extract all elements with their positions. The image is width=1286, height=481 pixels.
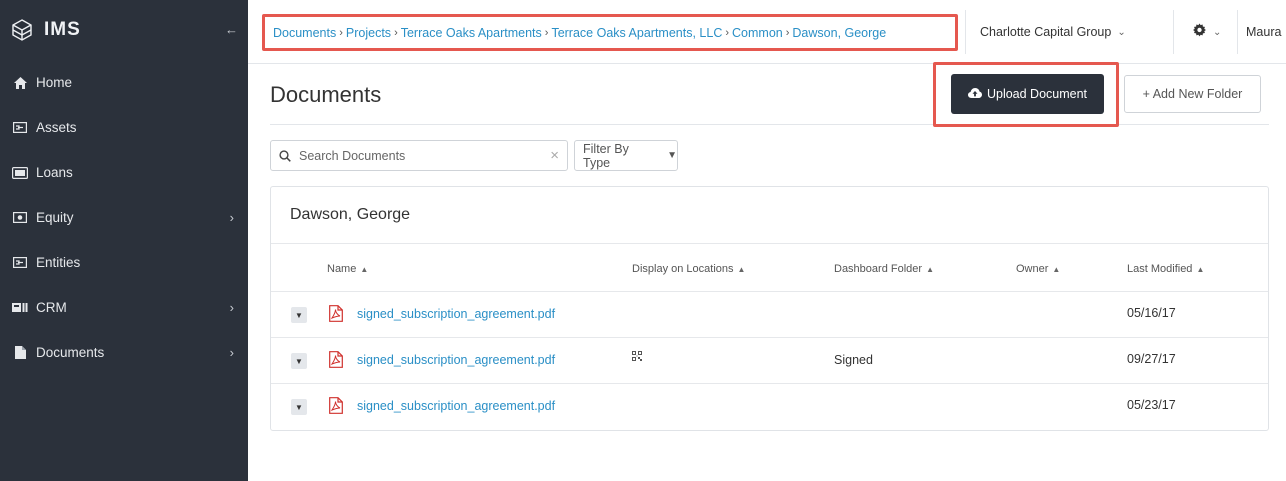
breadcrumb-link[interactable]: Dawson, George bbox=[792, 26, 886, 40]
row-actions-dropdown[interactable]: ▼ bbox=[291, 307, 307, 323]
dashboard-folder-cell: Signed bbox=[834, 353, 873, 367]
breadcrumb-separator: › bbox=[394, 26, 398, 39]
pdf-file-icon bbox=[329, 397, 343, 419]
page-title: Documents bbox=[270, 82, 382, 107]
sort-up-icon: ▲ bbox=[737, 265, 746, 274]
sort-up-icon: ▲ bbox=[360, 265, 369, 274]
file-name-link[interactable]: signed_subscription_agreement.pdf bbox=[357, 307, 555, 321]
company-dropdown[interactable]: Charlotte Capital Group ⌄ bbox=[965, 10, 1173, 54]
assets-icon bbox=[12, 121, 28, 135]
search-icon bbox=[279, 149, 291, 162]
breadcrumb-separator: › bbox=[785, 26, 790, 39]
sidebar-item-label: CRM bbox=[36, 300, 67, 315]
breadcrumb-link[interactable]: Terrace Oaks Apartments bbox=[401, 26, 542, 40]
sidebar-item-label: Documents bbox=[36, 345, 105, 360]
last-modified-cell: 09/27/17 bbox=[1127, 352, 1176, 366]
loans-icon bbox=[12, 166, 28, 180]
entities-icon bbox=[12, 256, 28, 270]
upload-document-button[interactable]: Upload Document bbox=[951, 74, 1104, 114]
pdf-file-icon bbox=[329, 305, 343, 327]
sidebar-item-label: Assets bbox=[36, 120, 77, 135]
sidebar-item-label: Home bbox=[36, 75, 73, 90]
file-name-link[interactable]: signed_subscription_agreement.pdf bbox=[357, 353, 555, 367]
add-new-folder-button[interactable]: + Add New Folder bbox=[1124, 75, 1261, 113]
sidebar-nav: Home Assets Loans Equity › Entities CRM … bbox=[0, 60, 248, 375]
sort-up-icon: ▲ bbox=[1052, 265, 1061, 274]
row-actions-dropdown[interactable]: ▼ bbox=[291, 399, 307, 415]
column-header-owner[interactable]: Owner ▲ bbox=[1016, 263, 1060, 275]
sidebar-item-entities[interactable]: Entities bbox=[0, 240, 248, 285]
caret-down-icon: ▼ bbox=[667, 150, 677, 161]
breadcrumb-link[interactable]: Common bbox=[732, 26, 783, 40]
chevron-down-icon: ⌄ bbox=[1117, 26, 1126, 38]
home-icon bbox=[12, 76, 28, 90]
sidebar-item-home[interactable]: Home bbox=[0, 60, 248, 105]
topbar: Documents › Projects › Terrace Oaks Apar… bbox=[248, 0, 1286, 64]
breadcrumb-separator: › bbox=[725, 26, 730, 39]
sidebar-item-documents[interactable]: Documents › bbox=[0, 330, 248, 375]
caret-down-icon: ▼ bbox=[295, 356, 303, 366]
arrow-left-icon[interactable]: ← bbox=[225, 22, 238, 37]
sort-up-icon: ▲ bbox=[1196, 265, 1205, 274]
document-icon bbox=[12, 346, 28, 360]
caret-down-icon: ▼ bbox=[295, 310, 303, 320]
sidebar-item-label: Loans bbox=[36, 165, 73, 180]
sidebar-item-assets[interactable]: Assets bbox=[0, 105, 248, 150]
user-menu[interactable]: Maura ⌄ bbox=[1237, 10, 1286, 54]
breadcrumb-separator: › bbox=[544, 26, 549, 39]
brand[interactable]: IMS bbox=[10, 10, 81, 50]
file-name-link[interactable]: signed_subscription_agreement.pdf bbox=[357, 399, 555, 413]
folder-panel: Dawson, George Name ▲ Display on Location… bbox=[270, 186, 1269, 431]
caret-down-icon: ▼ bbox=[295, 402, 303, 412]
sidebar-item-label: Equity bbox=[36, 210, 74, 225]
brand-name: IMS bbox=[44, 19, 81, 40]
sidebar-item-crm[interactable]: CRM › bbox=[0, 285, 248, 330]
last-modified-cell: 05/23/17 bbox=[1127, 398, 1176, 412]
sidebar-item-loans[interactable]: Loans bbox=[0, 150, 248, 195]
pdf-file-icon bbox=[329, 351, 343, 373]
table-row: ▼ signed_subscription_agreement.pdf Sign… bbox=[271, 338, 1268, 384]
upload-document-label: Upload Document bbox=[986, 87, 1088, 101]
breadcrumb-link[interactable]: Terrace Oaks Apartments, LLC bbox=[551, 26, 722, 40]
breadcrumb-separator: › bbox=[339, 26, 343, 39]
breadcrumb-link[interactable]: Projects bbox=[346, 26, 391, 40]
breadcrumb-link[interactable]: Documents bbox=[273, 26, 336, 40]
sort-up-icon: ▲ bbox=[926, 265, 934, 274]
search-field: × bbox=[270, 140, 568, 171]
column-header-dashboard-folder[interactable]: Dashboard Folder ▲ bbox=[834, 263, 934, 275]
last-modified-cell: 05/16/17 bbox=[1127, 306, 1176, 320]
sidebar-item-equity[interactable]: Equity › bbox=[0, 195, 248, 240]
chevron-right-icon: › bbox=[229, 345, 234, 360]
folder-title: Dawson, George bbox=[290, 206, 411, 223]
table-row: ▼ signed_subscription_agreement.pdf 05/2… bbox=[271, 384, 1268, 430]
settings-dropdown[interactable]: ⌄ bbox=[1173, 10, 1237, 54]
sidebar: IMS ← Home Assets Loans Equity › Entitie… bbox=[0, 0, 248, 481]
breadcrumb: Documents › Projects › Terrace Oaks Apar… bbox=[262, 14, 958, 51]
table-row: ▼ signed_subscription_agreement.pdf 05/1… bbox=[271, 292, 1268, 338]
crm-icon bbox=[12, 301, 28, 315]
user-name: Maura bbox=[1246, 25, 1282, 39]
filter-by-type-dropdown[interactable]: Filter By Type ▼ bbox=[574, 140, 678, 171]
qr-code-icon bbox=[632, 348, 642, 366]
sidebar-item-label: Entities bbox=[36, 255, 81, 270]
cloud-upload-icon bbox=[967, 87, 982, 101]
search-input[interactable] bbox=[299, 148, 539, 163]
clear-icon[interactable]: × bbox=[550, 147, 559, 164]
chevron-down-icon: ⌄ bbox=[1213, 26, 1222, 38]
column-header-last-modified[interactable]: Last Modified ▲ bbox=[1127, 263, 1204, 275]
filter-label: Filter By Type bbox=[583, 141, 629, 170]
chevron-right-icon: › bbox=[229, 300, 234, 315]
divider bbox=[271, 243, 1268, 244]
company-name: Charlotte Capital Group bbox=[980, 25, 1112, 39]
row-actions-dropdown[interactable]: ▼ bbox=[291, 353, 307, 369]
chevron-right-icon: › bbox=[229, 210, 234, 225]
gear-icon bbox=[1192, 23, 1207, 41]
column-header-name[interactable]: Name ▲ bbox=[327, 263, 368, 275]
equity-icon bbox=[12, 211, 28, 225]
divider bbox=[270, 124, 1269, 125]
ims-logo-icon bbox=[12, 19, 32, 41]
column-header-display-on-locations[interactable]: Display on Locations ▲ bbox=[632, 263, 745, 275]
